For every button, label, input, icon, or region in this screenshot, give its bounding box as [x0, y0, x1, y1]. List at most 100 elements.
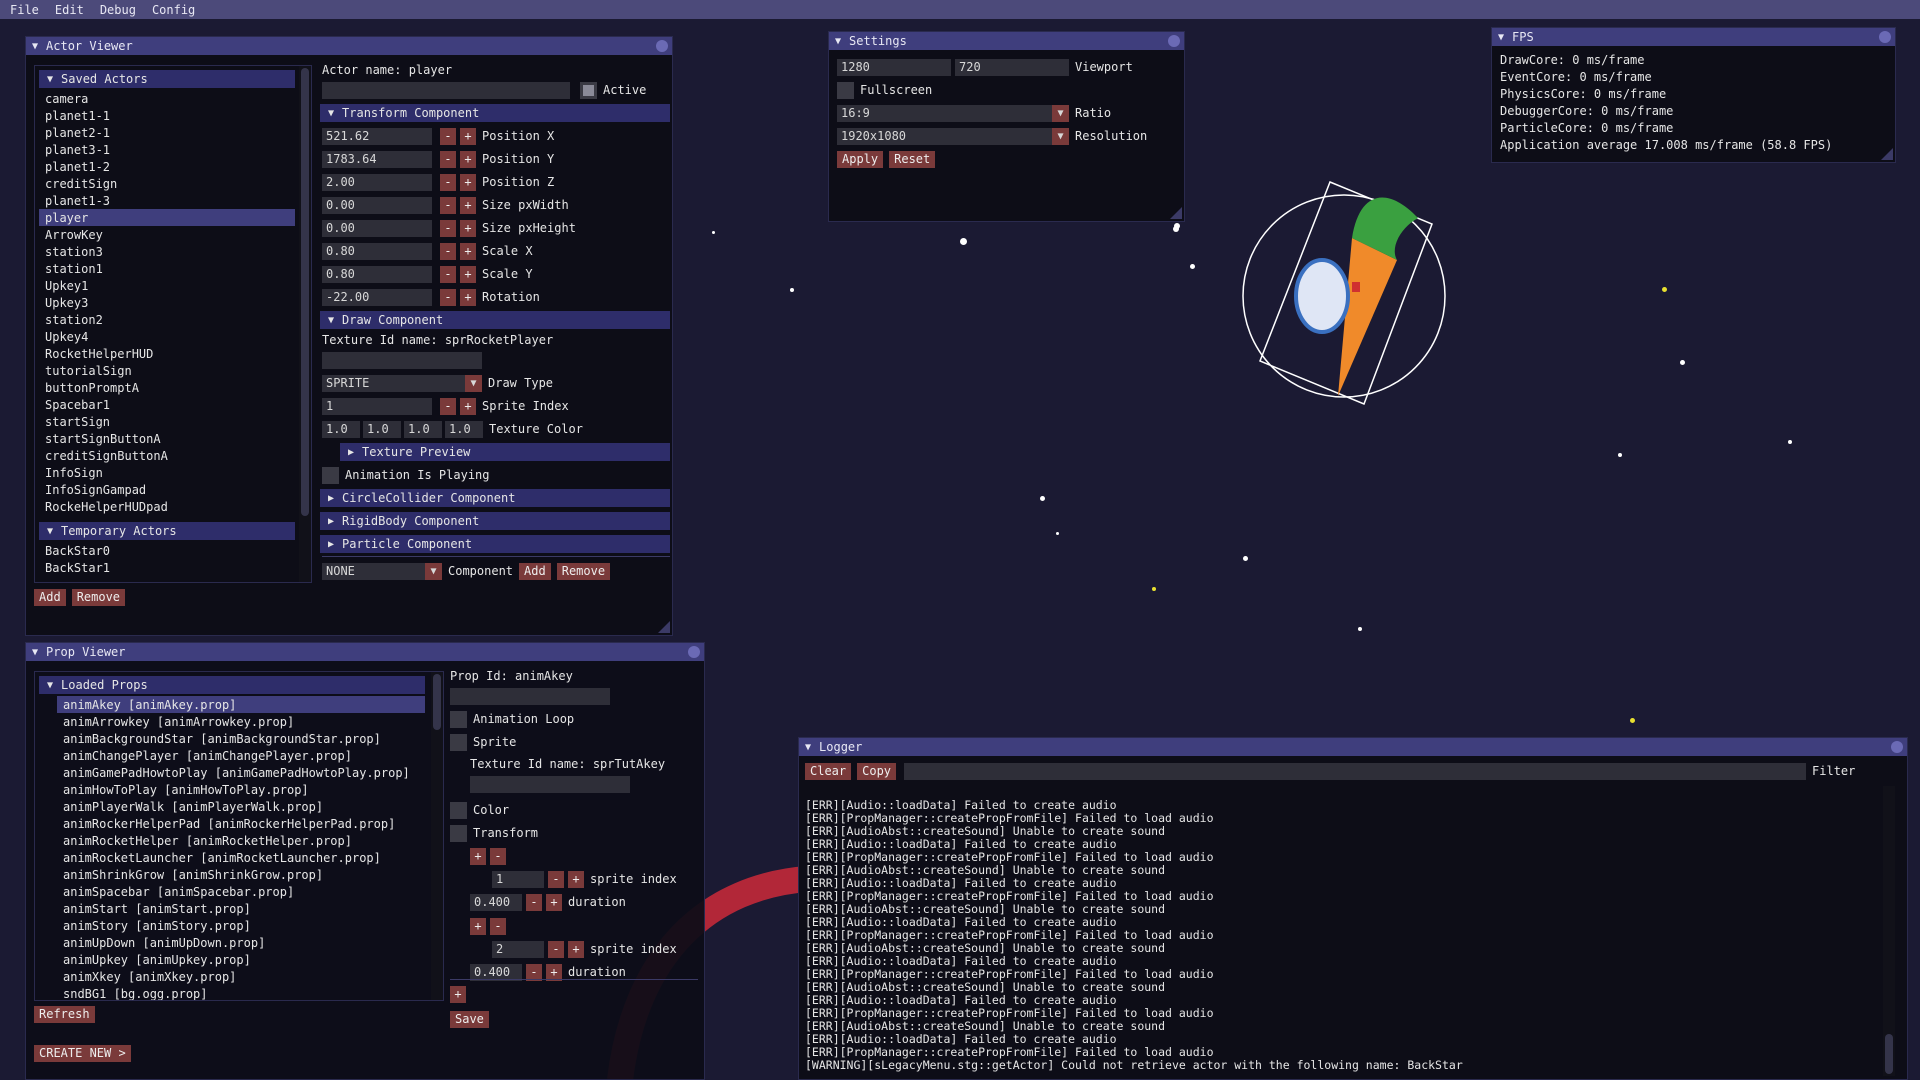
- settings-titlebar[interactable]: ▼ Settings: [829, 32, 1184, 50]
- transform-value-input[interactable]: 0.00: [322, 196, 432, 214]
- actor-list-item[interactable]: station1: [39, 260, 295, 277]
- viewport-width-input[interactable]: 1280: [837, 58, 951, 76]
- prop-list-item[interactable]: animUpDown [animUpDown.prop]: [57, 934, 425, 951]
- prop-list-item[interactable]: animStart [animStart.prop]: [57, 900, 425, 917]
- dropdown-arrow-icon[interactable]: ▼: [1052, 104, 1069, 122]
- insert-frame-button[interactable]: +: [470, 847, 486, 865]
- prop-list-item[interactable]: animGamePadHowtoPlay [animGamePadHowtoPl…: [57, 764, 425, 781]
- insert-frame-button[interactable]: +: [470, 917, 486, 935]
- decrement-button[interactable]: -: [440, 150, 456, 168]
- remove-frame-button[interactable]: -: [490, 917, 506, 935]
- sprite-index-increment-button[interactable]: +: [460, 397, 476, 415]
- log-scrollbar[interactable]: [1883, 786, 1895, 1076]
- increment-button[interactable]: +: [568, 940, 584, 958]
- reset-button[interactable]: Reset: [889, 150, 936, 168]
- decrement-button[interactable]: -: [526, 963, 542, 981]
- actor-list-item[interactable]: Upkey1: [39, 277, 295, 294]
- temporary-actor-item[interactable]: BackStar0: [39, 542, 295, 559]
- temporary-actors-header[interactable]: ▼ Temporary Actors: [39, 522, 295, 540]
- actor-list-item[interactable]: creditSign: [39, 175, 295, 192]
- animation-loop-checkbox[interactable]: [450, 710, 467, 728]
- add-frame-button[interactable]: +: [450, 985, 466, 1003]
- close-dot-icon[interactable]: [688, 646, 700, 658]
- draw-type-select[interactable]: SPRITE ▼: [322, 374, 482, 392]
- resize-grip[interactable]: [1881, 148, 1893, 160]
- animation-playing-checkbox[interactable]: [322, 466, 339, 484]
- dropdown-arrow-icon[interactable]: ▼: [425, 562, 442, 580]
- actor-list-item[interactable]: RockeHelperHUDpad: [39, 498, 295, 515]
- active-checkbox[interactable]: [580, 81, 597, 99]
- temporary-actor-item[interactable]: BackStar1: [39, 559, 295, 576]
- frame-sprite-index-input[interactable]: 1: [492, 870, 544, 888]
- close-dot-icon[interactable]: [1891, 741, 1903, 753]
- actor-list-item[interactable]: Spacebar1: [39, 396, 295, 413]
- resize-grip[interactable]: [1170, 207, 1182, 219]
- collapse-triangle-icon[interactable]: ▼: [1498, 32, 1504, 43]
- transform-value-input[interactable]: 2.00: [322, 173, 432, 191]
- increment-button[interactable]: +: [460, 265, 476, 283]
- actor-list-item[interactable]: planet1-3: [39, 192, 295, 209]
- prop-list-item[interactable]: animRocketHelper [animRocketHelper.prop]: [57, 832, 425, 849]
- add-actor-button[interactable]: Add: [34, 588, 66, 606]
- fullscreen-checkbox[interactable]: [837, 81, 854, 99]
- transform-checkbox[interactable]: [450, 824, 467, 842]
- prop-list-item[interactable]: animXkey [animXkey.prop]: [57, 968, 425, 985]
- actor-viewer-titlebar[interactable]: ▼ Actor Viewer: [26, 37, 672, 55]
- increment-button[interactable]: +: [460, 196, 476, 214]
- decrement-button[interactable]: -: [440, 127, 456, 145]
- logger-titlebar[interactable]: ▼ Logger: [799, 738, 1907, 756]
- prop-list-item[interactable]: sndBG1 [bg.ogg.prop]: [57, 985, 425, 1001]
- actor-list-item[interactable]: Upkey4: [39, 328, 295, 345]
- increment-button[interactable]: +: [460, 173, 476, 191]
- actor-list-item[interactable]: buttonPromptA: [39, 379, 295, 396]
- player-sprite[interactable]: [1240, 178, 1460, 418]
- rigidbody-component-header[interactable]: ▶ RigidBody Component: [320, 512, 670, 530]
- loaded-props-header[interactable]: ▼ Loaded Props: [39, 676, 425, 694]
- frame-duration-input[interactable]: 0.400: [470, 963, 522, 981]
- remove-frame-button[interactable]: -: [490, 847, 506, 865]
- decrement-button[interactable]: -: [440, 242, 456, 260]
- remove-actor-button[interactable]: Remove: [71, 588, 126, 606]
- prop-list-item[interactable]: animPlayerWalk [animPlayerWalk.prop]: [57, 798, 425, 815]
- actor-list-item[interactable]: station3: [39, 243, 295, 260]
- sprite-index-decrement-button[interactable]: -: [440, 397, 456, 415]
- save-button[interactable]: Save: [450, 1010, 489, 1028]
- increment-button[interactable]: +: [546, 963, 562, 981]
- increment-button[interactable]: +: [460, 288, 476, 306]
- texture-color-r-input[interactable]: 1.0: [322, 420, 360, 438]
- transform-component-header[interactable]: ▼ Transform Component: [320, 104, 670, 122]
- sprite-index-input[interactable]: 1: [322, 397, 432, 415]
- actor-list-item[interactable]: player: [39, 209, 295, 226]
- dropdown-arrow-icon[interactable]: ▼: [465, 374, 482, 392]
- actor-list-item[interactable]: ArrowKey: [39, 226, 295, 243]
- component-select[interactable]: NONE ▼: [322, 562, 442, 580]
- actor-list-item[interactable]: creditSignButtonA: [39, 447, 295, 464]
- viewport-height-input[interactable]: 720: [955, 58, 1069, 76]
- actor-list-item[interactable]: tutorialSign: [39, 362, 295, 379]
- prop-viewer-titlebar[interactable]: ▼ Prop Viewer: [26, 643, 704, 661]
- actor-list-item[interactable]: planet1-2: [39, 158, 295, 175]
- menu-edit[interactable]: Edit: [55, 3, 84, 17]
- texture-color-g-input[interactable]: 1.0: [363, 420, 401, 438]
- sprite-checkbox[interactable]: [450, 733, 467, 751]
- collapse-triangle-icon[interactable]: ▼: [32, 647, 38, 658]
- prop-list-item[interactable]: animAkey [animAkey.prop]: [57, 696, 425, 713]
- actor-list-item[interactable]: RocketHelperHUD: [39, 345, 295, 362]
- actor-list-item[interactable]: planet3-1: [39, 141, 295, 158]
- texture-preview-header[interactable]: ▶ Texture Preview: [340, 443, 670, 461]
- saved-actors-header[interactable]: ▼ Saved Actors: [39, 70, 295, 88]
- prop-list-item[interactable]: animRockerHelperPad [animRockerHelperPad…: [57, 815, 425, 832]
- resolution-select[interactable]: 1920x1080 ▼: [837, 127, 1069, 145]
- ratio-select[interactable]: 16:9 ▼: [837, 104, 1069, 122]
- prop-list-item[interactable]: animChangePlayer [animChangePlayer.prop]: [57, 747, 425, 764]
- menu-file[interactable]: File: [10, 3, 39, 17]
- prop-texture-id-input[interactable]: [470, 775, 630, 793]
- actor-list-item[interactable]: InfoSignGampad: [39, 481, 295, 498]
- remove-component-button[interactable]: Remove: [556, 562, 611, 580]
- transform-value-input[interactable]: 1783.64: [322, 150, 432, 168]
- decrement-button[interactable]: -: [440, 196, 456, 214]
- increment-button[interactable]: +: [460, 219, 476, 237]
- fps-titlebar[interactable]: ▼ FPS: [1492, 28, 1895, 46]
- frame-duration-input[interactable]: 0.400: [470, 893, 522, 911]
- close-dot-icon[interactable]: [1879, 31, 1891, 43]
